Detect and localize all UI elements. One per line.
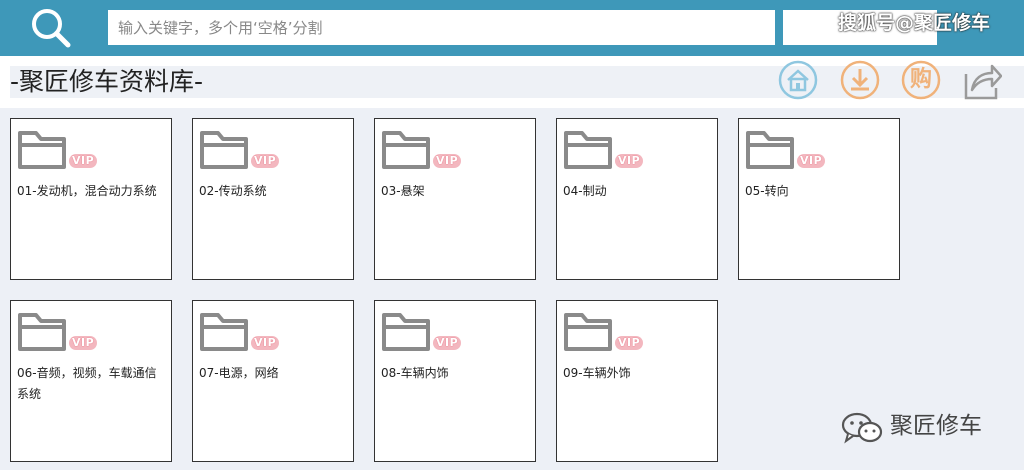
search-icon[interactable] [30, 7, 72, 49]
folder-icon [564, 131, 612, 169]
folder-label: 04-制动 [563, 184, 607, 198]
sohu-watermark: 搜狐号@聚匠修车 [838, 12, 991, 34]
watermark-text: 聚匠修车 [890, 413, 982, 439]
vip-badge: VIP [69, 336, 98, 350]
folder-label: 06-音频，视频，车载通信系统 [17, 366, 157, 401]
folder-card[interactable]: VIP 06-音频，视频，车载通信系统 [10, 300, 172, 462]
share-icon[interactable] [962, 60, 1002, 100]
folder-card[interactable]: VIP 05-转向 [738, 118, 900, 280]
folder-label: 05-转向 [745, 184, 789, 198]
folder-icon [200, 131, 248, 169]
folder-card[interactable]: VIP 08-车辆内饰 [374, 300, 536, 462]
vip-badge: VIP [251, 336, 280, 350]
vip-badge: VIP [615, 336, 644, 350]
folder-card[interactable]: VIP 01-发动机，混合动力系统 [10, 118, 172, 280]
folder-card[interactable]: VIP 04-制动 [556, 118, 718, 280]
vip-badge: VIP [69, 154, 98, 168]
folder-card[interactable]: VIP 03-悬架 [374, 118, 536, 280]
search-input[interactable] [108, 10, 775, 45]
vip-badge: VIP [433, 336, 462, 350]
folder-label: 01-发动机，混合动力系统 [17, 184, 157, 198]
folder-icon [746, 131, 794, 169]
folder-label: 03-悬架 [381, 184, 425, 198]
buy-icon[interactable]: 购 [901, 60, 941, 100]
home-icon[interactable] [778, 60, 818, 100]
vip-badge: VIP [251, 154, 280, 168]
folder-icon [382, 313, 430, 351]
buy-icon-label: 购 [909, 67, 932, 92]
vip-badge: VIP [797, 154, 826, 168]
folder-card[interactable]: VIP 07-电源，网络 [192, 300, 354, 462]
wechat-icon [841, 412, 883, 444]
folder-icon [18, 131, 66, 169]
folder-icon [18, 313, 66, 351]
vip-badge: VIP [615, 154, 644, 168]
vip-badge: VIP [433, 154, 462, 168]
folder-label: 08-车辆内饰 [381, 366, 449, 380]
download-icon[interactable] [840, 60, 880, 100]
page-title: -聚匠修车资料库- [10, 67, 204, 96]
folder-icon [200, 313, 248, 351]
folder-icon [564, 313, 612, 351]
folder-icon [382, 131, 430, 169]
folder-label: 02-传动系统 [199, 184, 267, 198]
folder-card[interactable]: VIP 02-传动系统 [192, 118, 354, 280]
folder-label: 09-车辆外饰 [563, 366, 631, 380]
folder-card[interactable]: VIP 09-车辆外饰 [556, 300, 718, 462]
folder-label: 07-电源，网络 [199, 366, 279, 380]
